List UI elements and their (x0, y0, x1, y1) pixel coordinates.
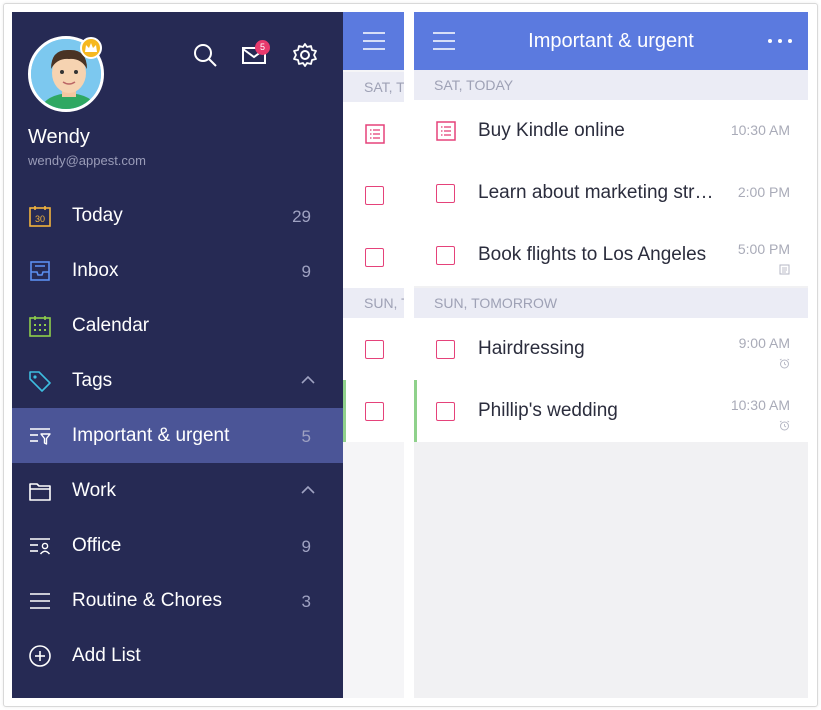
list-item[interactable] (343, 380, 404, 442)
sidebar-item-label: Tags (72, 370, 113, 391)
more-options-icon[interactable] (766, 36, 794, 46)
task-row[interactable]: Learn about marketing strategy 2:00 PM (414, 162, 808, 224)
search-icon[interactable] (192, 42, 218, 68)
chevron-up-icon[interactable] (301, 485, 315, 495)
task-time: 5:00 PM (737, 241, 790, 257)
sidebar-item-label: Office (72, 535, 122, 556)
main-header: Important & urgent (414, 12, 808, 70)
note-icon (779, 264, 790, 275)
sidebar-item-label: Work (72, 480, 116, 501)
sidebar-item-label: Inbox (72, 260, 119, 281)
task-title: Buy Kindle online (478, 120, 625, 141)
list-icon (30, 593, 50, 609)
user-name: Wendy (28, 126, 90, 148)
peek-header (343, 12, 404, 70)
date-header: SUN, TOMORROW (343, 288, 404, 318)
main-panel: Important & urgent SAT, TODAY Buy Kindle… (414, 12, 808, 698)
sidebar: 5 Wendy wendy@appest.com 30 Today 29 Inb… (12, 12, 343, 698)
sidebar-item-label: Important & urgent (72, 425, 230, 446)
sidebar-item-label: Today (72, 205, 123, 226)
task-row[interactable]: Buy Kindle online 10:30 AM (414, 100, 808, 162)
task-checkbox[interactable] (365, 186, 384, 205)
task-row[interactable]: Hairdressing 9:00 AM (414, 318, 808, 380)
list-item[interactable] (343, 318, 404, 380)
sidebar-item-count: 5 (301, 427, 311, 446)
settings-gear-icon[interactable] (292, 42, 318, 68)
task-checkbox[interactable] (436, 246, 455, 265)
task-checkbox[interactable] (436, 402, 455, 421)
sidebar-item-count: 3 (301, 592, 311, 611)
task-time: 2:00 PM (737, 184, 790, 200)
task-time: 10:30 AM (730, 397, 790, 413)
sidebar-item-routine-chores[interactable]: Routine & Chores 3 (12, 573, 343, 628)
note-checkbox-icon[interactable] (365, 124, 385, 144)
task-checkbox[interactable] (436, 340, 455, 359)
calendar-today-icon: 30 (29, 206, 51, 227)
person-list-icon (30, 538, 51, 555)
filter-list-icon (30, 428, 51, 445)
date-header: SUN, TOMORROW (414, 288, 808, 318)
task-title: Hairdressing (478, 338, 585, 359)
task-time: 10:30 AM (730, 122, 790, 138)
alarm-icon (779, 358, 790, 369)
task-title: Phillip's wedding (478, 400, 618, 421)
chevron-up-icon[interactable] (301, 375, 315, 385)
sidebar-item-calendar[interactable]: Calendar (12, 298, 343, 353)
sidebar-item-count: 29 (292, 207, 311, 226)
mail-badge: 5 (255, 40, 270, 55)
add-circle-icon (29, 645, 51, 667)
folder-icon (29, 483, 51, 501)
task-row[interactable]: Book flights to Los Angeles 5:00 PM (414, 224, 808, 286)
user-email: wendy@appest.com (28, 153, 146, 168)
task-row[interactable]: Phillip's wedding 10:30 AM (414, 380, 808, 442)
task-checkbox[interactable] (365, 340, 384, 359)
sidebar-item-label: Calendar (72, 315, 150, 336)
list-item[interactable] (343, 102, 404, 164)
premium-crown-icon (80, 37, 102, 59)
sidebar-item-label: Routine & Chores (72, 590, 222, 611)
sidebar-item-tags[interactable]: Tags (12, 353, 343, 408)
date-header: SAT, TODAY (414, 70, 808, 100)
task-checkbox[interactable] (365, 402, 384, 421)
list-item[interactable] (343, 226, 404, 288)
sidebar-nav: 30 Today 29 Inbox 9 Calendar Tags Import… (12, 188, 343, 683)
date-header: SAT, TODAY (343, 72, 404, 102)
menu-icon[interactable] (362, 30, 386, 52)
sidebar-item-inbox[interactable]: Inbox 9 (12, 243, 343, 298)
task-checkbox[interactable] (365, 248, 384, 267)
today-date-number: 30 (35, 214, 45, 224)
list-item[interactable] (343, 164, 404, 226)
sidebar-item-work[interactable]: Work (12, 463, 343, 518)
calendar-grid-icon (29, 316, 51, 337)
sidebar-item-today[interactable]: 30 Today 29 (12, 188, 343, 243)
task-title: Book flights to Los Angeles (478, 244, 707, 265)
alarm-icon (779, 420, 790, 431)
sidebar-item-label: Add List (72, 645, 141, 666)
note-checkbox-icon[interactable] (436, 121, 456, 141)
sidebar-item-important-urgent[interactable]: Important & urgent 5 (12, 408, 343, 463)
add-list-button[interactable]: Add List (12, 628, 343, 683)
task-checkbox[interactable] (436, 184, 455, 203)
task-title: Learn about marketing strategy (478, 182, 714, 203)
sidebar-item-count: 9 (301, 537, 311, 556)
sidebar-item-count: 9 (301, 262, 311, 281)
task-time: 9:00 AM (738, 335, 790, 351)
inbox-icon (30, 261, 50, 281)
sidebar-item-office[interactable]: Office 9 (12, 518, 343, 573)
tag-icon (29, 371, 51, 392)
peek-panel: SAT, TODAY SUN, TOMORROW (343, 12, 404, 698)
page-title: Important & urgent (528, 30, 694, 52)
